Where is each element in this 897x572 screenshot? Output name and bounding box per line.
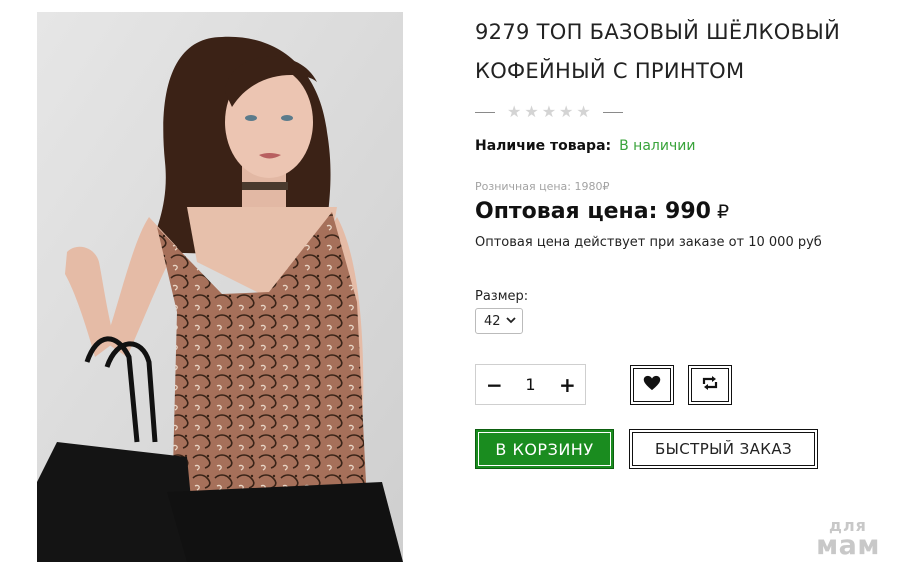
wholesale-price-value: Оптовая цена: 990 xyxy=(475,199,711,224)
availability: Наличие товара: В наличии xyxy=(475,138,695,154)
product-title-line2: КОФЕЙНЫЙ С ПРИНТОМ xyxy=(475,59,745,83)
availability-label: Наличие товара: xyxy=(475,138,612,154)
add-to-cart-label: В КОРЗИНУ xyxy=(495,439,594,459)
chevron-down-icon xyxy=(506,316,516,327)
product-title: 9279 ТОП БАЗОВЫЙ ШЁЛКОВЫЙ КОФЕЙНЫЙ С ПРИ… xyxy=(475,13,875,91)
rating-stars[interactable]: ★ ★ ★ ★ ★ xyxy=(507,104,591,120)
star-icon[interactable]: ★ xyxy=(507,104,521,120)
quantity-increase-button[interactable]: + xyxy=(559,373,576,397)
star-icon[interactable]: ★ xyxy=(542,104,556,120)
retail-price: Розничная цена: 1980₽ xyxy=(475,180,610,193)
quick-order-button[interactable]: БЫСТРЫЙ ЗАКАЗ xyxy=(629,429,818,469)
wholesale-note: Оптовая цена действует при заказе от 10 … xyxy=(475,235,822,250)
size-select[interactable]: 42 xyxy=(475,308,523,334)
rating-divider-right xyxy=(602,111,623,113)
star-icon[interactable]: ★ xyxy=(559,104,573,120)
quantity-value[interactable]: 1 xyxy=(525,375,535,394)
wholesale-price: Оптовая цена: 990 ₽ xyxy=(475,199,729,224)
compare-icon xyxy=(701,375,719,395)
heart-icon xyxy=(643,375,661,395)
star-icon[interactable]: ★ xyxy=(524,104,538,120)
quick-order-label: БЫСТРЫЙ ЗАКАЗ xyxy=(654,440,793,458)
add-to-cart-button[interactable]: В КОРЗИНУ xyxy=(475,429,614,469)
star-icon[interactable]: ★ xyxy=(576,104,590,120)
watermark-line2: мам xyxy=(816,530,880,561)
quantity-decrease-button[interactable]: − xyxy=(486,373,503,397)
availability-status: В наличии xyxy=(619,138,696,154)
rating-divider-left xyxy=(475,111,495,113)
currency-icon: ₽ xyxy=(716,201,730,223)
watermark-logo: для мам xyxy=(808,518,888,561)
size-selected-value: 42 xyxy=(484,313,501,329)
product-photo[interactable] xyxy=(37,12,403,562)
quantity-stepper: − 1 + xyxy=(475,364,586,405)
favorite-button[interactable] xyxy=(630,365,674,405)
product-title-line1: 9279 ТОП БАЗОВЫЙ ШЁЛКОВЫЙ xyxy=(475,20,841,44)
rating: ★ ★ ★ ★ ★ xyxy=(475,101,623,123)
size-label: Размер: xyxy=(475,289,529,304)
compare-button[interactable] xyxy=(688,365,732,405)
